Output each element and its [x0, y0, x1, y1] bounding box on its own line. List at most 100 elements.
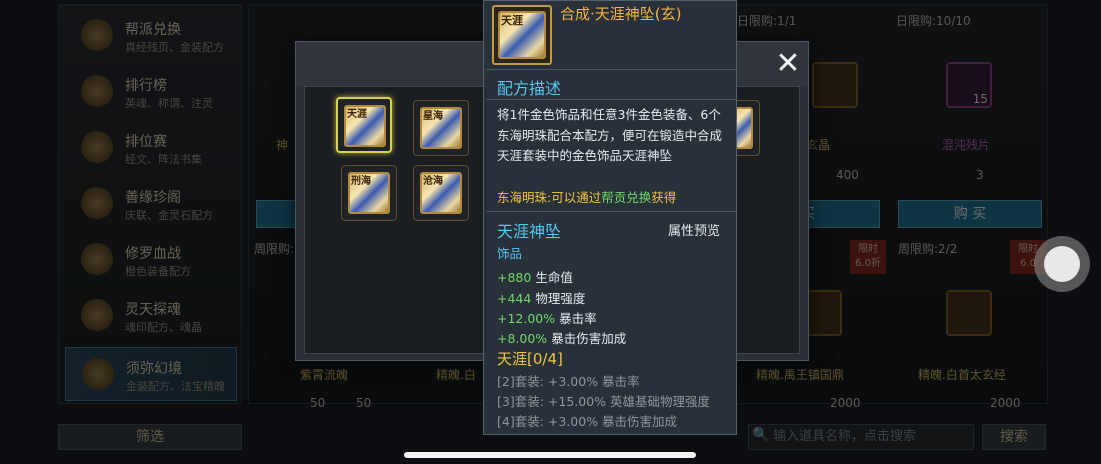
stat-name: 暴击率 — [559, 311, 597, 326]
assistive-touch-button[interactable] — [1034, 236, 1090, 292]
recipe-glyph: 星海 — [423, 111, 443, 122]
stat-row: +444 物理强度 — [497, 288, 585, 307]
stat-name: 生命值 — [535, 270, 573, 285]
sidebar-item-subtitle: 真经残页、金装配方 — [125, 41, 224, 54]
ranked-match-icon — [81, 131, 113, 163]
ranking-icon — [81, 75, 113, 107]
shop-item-name: 神 — [276, 138, 289, 152]
asura-icon — [81, 243, 113, 275]
sidebar-item-illusion-realm[interactable]: 须弥幻境 金装配方、法宝精魄 — [65, 347, 237, 401]
shop-item-price: 50 — [356, 396, 372, 410]
recipe-glyph: 刑海 — [351, 176, 371, 187]
search-button[interactable]: 搜索 — [982, 424, 1046, 450]
sidebar-item-guild-exchange[interactable]: 帮派兑换 真经残页、金装配方 — [65, 9, 237, 63]
shop-item-name: 玄晶 — [806, 138, 831, 152]
recipe-scroll-icon: 天涯 — [344, 105, 386, 147]
stat-row: +8.00% 暴击伤害加成 — [497, 328, 626, 347]
recipe-slot[interactable]: 星海 — [413, 100, 469, 156]
sidebar-item-title: 须弥幻境 — [126, 361, 182, 377]
weekly-limit: 周限购:2/2 — [898, 242, 958, 256]
stat-row: +12.00% 暴击率 — [497, 308, 597, 327]
stat-name: 物理强度 — [535, 291, 586, 306]
divider — [486, 211, 736, 212]
recipe-scroll-icon: 星海 — [420, 107, 462, 149]
divider — [486, 69, 736, 70]
sidebar-item-ranked-match[interactable]: 排位赛 经文、阵法书集 — [65, 121, 237, 175]
stat-value: +12.00% — [497, 311, 556, 326]
sidebar-item-subtitle: 橙色装备配方 — [125, 265, 191, 278]
game-screen: 帮派兑换 真经残页、金装配方 排行榜 英魂、称谓、注灵 排位赛 经文、阵法书集 … — [0, 0, 1101, 464]
guild-exchange-link[interactable]: 帮贡兑换 — [601, 190, 651, 205]
recipe-slot[interactable]: 天涯 — [336, 97, 392, 153]
recipe-slot[interactable]: 刑海 — [341, 165, 397, 221]
stat-row: +880 生命值 — [497, 267, 573, 286]
sidebar-item-title: 帮派兑换 — [125, 22, 181, 38]
shop-item-price: 2000 — [990, 396, 1021, 410]
sidebar-item-ranking[interactable]: 排行榜 英魂、称谓、注灵 — [65, 65, 237, 119]
recipe-glyph: 天涯 — [347, 109, 367, 120]
item-tooltip: 天涯 合成·天涯神坠(玄) 配方描述 将1件金色饰品和任意3件金色装备、6个东海… — [483, 0, 737, 435]
tooltip-title: 合成·天涯神坠(玄) — [560, 5, 682, 23]
shop-item-name: 紫霄流魄 — [300, 368, 349, 382]
shop-item-name: 混沌残片 — [942, 138, 991, 152]
sidebar-item-title: 排行榜 — [125, 78, 167, 94]
shop-item-icon[interactable]: 15 — [946, 62, 992, 108]
buy-button[interactable]: 购 买 — [898, 200, 1042, 228]
set-bonus: [2]套装: +3.00% 暴击率 — [497, 374, 640, 389]
shop-sidebar: 帮派兑换 真经残页、金装配方 排行榜 英魂、称谓、注灵 排位赛 经文、阵法书集 … — [58, 4, 242, 404]
source-text: 东海明珠:可以通过 — [497, 190, 602, 205]
shop-item-icon[interactable] — [946, 290, 992, 336]
shop-item-price: 50 — [310, 396, 326, 410]
recipe-scroll-icon: 天涯 — [498, 11, 546, 59]
shop-item-price: 3 — [976, 168, 984, 182]
item-type: 饰品 — [497, 246, 523, 261]
close-button[interactable]: ✕ — [774, 49, 802, 79]
sidebar-item-subtitle: 英魂、称谓、注灵 — [125, 97, 213, 110]
recipe-scroll-icon: 沧海 — [420, 172, 462, 214]
soul-icon — [81, 299, 113, 331]
discount-tag: 限时 6.0折 — [850, 240, 886, 274]
source-text: 获得 — [651, 190, 677, 205]
sidebar-item-title: 灵天探魂 — [125, 302, 181, 318]
sidebar-item-subtitle: 魂印配方、魂晶 — [125, 321, 202, 334]
recipe-scroll-icon: 刑海 — [348, 172, 390, 214]
shop-item-icon[interactable] — [812, 62, 858, 108]
stat-value: +8.00% — [497, 331, 548, 346]
sidebar-item-treasure-pavilion[interactable]: 善缘珍阁 庆联、金灵石配方 — [65, 177, 237, 231]
set-heading: 天涯[0/4] — [497, 350, 563, 368]
recipe-item-icon: 天涯 — [492, 5, 552, 65]
sidebar-item-title: 善缘珍阁 — [125, 190, 181, 206]
search-input[interactable]: 输入道具名称，点击搜索 — [748, 424, 974, 450]
sidebar-item-asura-battle[interactable]: 修罗血战 橙色装备配方 — [65, 233, 237, 287]
sidebar-item-subtitle: 庆联、金灵石配方 — [125, 209, 213, 222]
filter-button[interactable]: 筛选 — [58, 424, 242, 450]
recipe-description: 将1件金色饰品和任意3件金色装备、6个东海明珠配合本配方，便可在锻造中合成天涯套… — [497, 107, 723, 163]
shop-item-name: 精魄.白首太玄经 — [918, 368, 1006, 382]
divider — [486, 99, 736, 100]
sidebar-item-subtitle: 金装配方、法宝精魄 — [126, 380, 225, 393]
recipe-glyph: 天涯 — [501, 14, 523, 27]
sidebar-item-title: 修罗血战 — [125, 246, 181, 262]
daily-limit: 日限购:1/1 — [737, 14, 797, 28]
home-indicator[interactable] — [404, 452, 696, 458]
shop-item-name: 精魄.白 — [436, 368, 476, 382]
recipe-slot[interactable]: 沧海 — [413, 165, 469, 221]
attribute-preview-button[interactable]: 属性预览 — [668, 220, 720, 239]
daily-limit: 日限购:10/10 — [896, 14, 971, 28]
sidebar-item-soul-explore[interactable]: 灵天探魂 魂印配方、魂晶 — [65, 289, 237, 343]
item-stack-count: 15 — [972, 92, 988, 106]
result-item-name: 天涯神坠 — [497, 222, 562, 241]
shop-item-name: 精魄.禹王镇国鼎 — [756, 368, 844, 382]
sidebar-item-subtitle: 经文、阵法书集 — [125, 153, 202, 166]
recipe-glyph: 沧海 — [423, 176, 443, 187]
set-bonus: [3]套装: +15.00% 英雄基础物理强度 — [497, 394, 711, 409]
illusion-icon — [82, 358, 114, 390]
material-source: 东海明珠:可以通过帮贡兑换获得 — [497, 187, 676, 206]
stat-value: +880 — [497, 270, 532, 285]
sidebar-item-title: 排位赛 — [125, 134, 167, 150]
shop-item-price: 400 — [836, 168, 859, 182]
stat-name: 暴击伤害加成 — [551, 331, 627, 346]
weekly-limit: 周限购: — [254, 242, 295, 256]
search-icon: 🔍 — [752, 427, 770, 443]
stat-value: +444 — [497, 291, 532, 306]
